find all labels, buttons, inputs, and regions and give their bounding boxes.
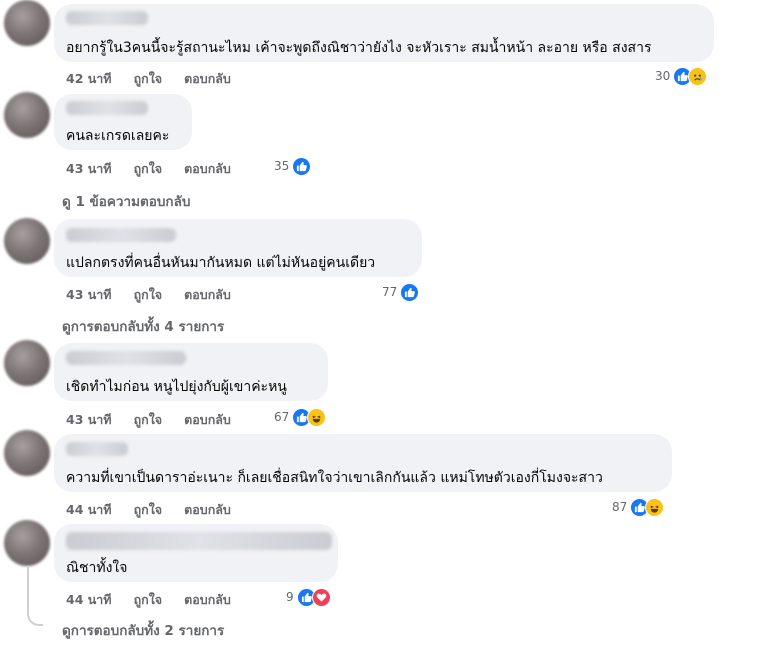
sad-icon xyxy=(688,66,708,86)
comment-text: อยากรู้ใน3คนนี้จะรู้สถานะไหม เค้าจะพูดถึ… xyxy=(66,40,652,56)
comment-bubble: อยากรู้ใน3คนนี้จะรู้สถานะไหม เค้าจะพูดถึ… xyxy=(54,4,714,62)
comment-text: แปลกตรงที่คนอื่นหันมากันหมด แต่ไม่หันอยู… xyxy=(66,255,376,271)
avatar[interactable] xyxy=(4,340,50,386)
reaction-count: 9 xyxy=(286,590,294,604)
reaction-count: 30 xyxy=(655,69,671,83)
comment-actions: 44 นาที ถูกใจ ตอบกลับ xyxy=(66,590,253,610)
commenter-name[interactable] xyxy=(66,351,186,365)
comment-time[interactable]: 44 นาที xyxy=(66,592,112,607)
comment-time[interactable]: 44 นาที xyxy=(66,502,112,517)
avatar[interactable] xyxy=(4,520,50,566)
commenter-name[interactable] xyxy=(66,228,176,242)
comment-bubble: เชิดทำไมก่อน หนูไปยุ่งกับผู้เขาค่ะหนู xyxy=(54,343,328,401)
like-button[interactable]: ถูกใจ xyxy=(134,71,163,86)
commenter-name[interactable] xyxy=(66,532,332,550)
view-replies-link[interactable]: ดูการตอบกลับทั้ง 4 รายการ xyxy=(62,315,224,337)
comment-text: เชิดทำไมก่อน หนูไปยุ่งกับผู้เขาค่ะหนู xyxy=(66,379,287,395)
reaction-count: 67 xyxy=(274,410,290,424)
reaction-summary[interactable]: 9 xyxy=(286,587,331,607)
reply-button[interactable]: ตอบกลับ xyxy=(184,161,231,176)
comment-actions: 43 นาที ถูกใจ ตอบกลับ xyxy=(66,159,253,179)
like-icon xyxy=(400,282,420,302)
comment-bubble: ณิชาทั้งใจ xyxy=(54,524,338,582)
commenter-name[interactable] xyxy=(66,442,128,456)
comment-time[interactable]: 43 นาที xyxy=(66,161,112,176)
reaction-summary[interactable]: 67 xyxy=(274,407,327,427)
comment-bubble: คนละเกรดเลยคะ xyxy=(54,94,192,150)
reply-button[interactable]: ตอบกลับ xyxy=(184,502,231,517)
reaction-count: 87 xyxy=(612,500,628,514)
comment-text: คนละเกรดเลยคะ xyxy=(66,128,170,144)
reply-button[interactable]: ตอบกลับ xyxy=(184,592,231,607)
reaction-summary[interactable]: 35 xyxy=(274,156,312,176)
reply-thread-line xyxy=(27,566,43,626)
reaction-summary[interactable]: 77 xyxy=(382,282,420,302)
reaction-summary[interactable]: 30 xyxy=(655,66,708,86)
like-button[interactable]: ถูกใจ xyxy=(134,592,163,607)
reply-button[interactable]: ตอบกลับ xyxy=(184,71,231,86)
commenter-name[interactable] xyxy=(66,101,148,115)
reaction-summary[interactable]: 87 xyxy=(612,497,665,517)
comment-time[interactable]: 43 นาที xyxy=(66,412,112,427)
comment-actions: 43 นาที ถูกใจ ตอบกลับ xyxy=(66,285,253,305)
commenter-name[interactable] xyxy=(66,11,148,25)
comment-actions: 44 นาที ถูกใจ ตอบกลับ xyxy=(66,500,253,520)
comment-text: ณิชาทั้งใจ xyxy=(66,560,128,576)
avatar[interactable] xyxy=(4,430,50,476)
haha-icon xyxy=(645,497,665,517)
haha-icon xyxy=(307,407,327,427)
reply-button[interactable]: ตอบกลับ xyxy=(184,412,231,427)
reaction-count: 35 xyxy=(274,159,290,173)
like-button[interactable]: ถูกใจ xyxy=(134,502,163,517)
like-button[interactable]: ถูกใจ xyxy=(134,161,163,176)
like-button[interactable]: ถูกใจ xyxy=(134,412,163,427)
reaction-count: 77 xyxy=(382,285,398,299)
comment-bubble: แปลกตรงที่คนอื่นหันมากันหมด แต่ไม่หันอยู… xyxy=(54,219,422,277)
reply-button[interactable]: ตอบกลับ xyxy=(184,287,231,302)
comment-actions: 42 นาที ถูกใจ ตอบกลับ xyxy=(66,69,253,89)
avatar[interactable] xyxy=(4,0,50,46)
avatar[interactable] xyxy=(4,92,50,138)
like-button[interactable]: ถูกใจ xyxy=(134,287,163,302)
comment-bubble: ความที่เขาเป็นดาราอ่ะเนาะ ก็เลยเชื่อสนิท… xyxy=(54,434,672,492)
comment-time[interactable]: 42 นาที xyxy=(66,71,112,86)
view-replies-link[interactable]: ดู 1 ข้อความตอบกลับ xyxy=(62,190,190,212)
like-icon xyxy=(292,156,312,176)
love-icon xyxy=(311,587,331,607)
comment-actions: 43 นาที ถูกใจ ตอบกลับ xyxy=(66,410,253,430)
comment-time[interactable]: 43 นาที xyxy=(66,287,112,302)
view-replies-link[interactable]: ดูการตอบกลับทั้ง 2 รายการ xyxy=(62,619,224,641)
avatar[interactable] xyxy=(4,218,50,264)
comment-text: ความที่เขาเป็นดาราอ่ะเนาะ ก็เลยเชื่อสนิท… xyxy=(66,470,603,486)
